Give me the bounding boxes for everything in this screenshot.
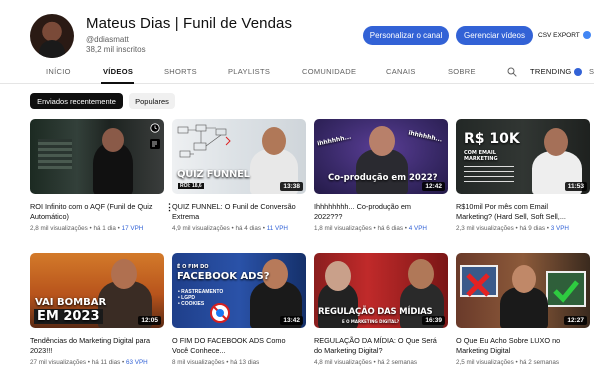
upload-age: há 13 dias xyxy=(230,359,260,366)
filter-recent[interactable]: Enviados recentemente xyxy=(30,93,123,109)
thumbnail-overlay-subtext: COM EMAIL MARKETING xyxy=(464,150,498,162)
view-count: 2,3 mil visualizações xyxy=(456,225,514,232)
upload-age: há 11 dias xyxy=(91,359,121,366)
cross-mark-icon xyxy=(466,273,490,297)
check-mark-icon xyxy=(553,280,579,303)
csv-export-button[interactable]: CSV EXPORT xyxy=(538,31,591,39)
view-count: 4,9 mil visualizações xyxy=(172,225,230,232)
video-title[interactable]: Tendências do Marketing Digital para 202… xyxy=(30,336,154,355)
upload-age: há 9 dias xyxy=(519,225,546,232)
view-count: 27 mil visualizações xyxy=(30,359,86,366)
thumbnail-overlay-subtext: É O FIM DO xyxy=(177,264,209,270)
video-duration: 11:53 xyxy=(564,182,587,191)
tab-overflow[interactable]: S xyxy=(589,67,594,76)
video-duration: 12:42 xyxy=(422,182,445,191)
thumbnail-overlay-subtext: EM 2023 xyxy=(34,309,103,324)
thumbnail-overlay-subtext: ROI: 18,6 xyxy=(178,183,204,189)
video-thumbnail[interactable]: REGULAÇÃO DAS MÍDIAS E O MARKETING DIGIT… xyxy=(314,253,448,328)
video-meta: 2,8 mil visualizações • há 1 dia • 17 VP… xyxy=(30,225,144,232)
tab-channels[interactable]: CANAIS xyxy=(386,67,416,76)
channel-title: Mateus Dias | Funil de Vendas xyxy=(86,15,293,32)
manage-videos-button[interactable]: Gerenciar vídeos xyxy=(456,26,533,45)
tab-trending[interactable]: TRENDING xyxy=(530,67,582,77)
video-title[interactable]: QUIZ FUNNEL: O Funil de Conversão Extrem… xyxy=(172,202,296,221)
add-to-queue-icon[interactable] xyxy=(150,139,160,149)
video-thumbnail[interactable]: VAI BOMBAR EM 2023 12:05 xyxy=(30,253,164,328)
video-title[interactable]: REGULAÇÃO DA MÍDIA: O Que Será do Market… xyxy=(314,336,438,355)
video-title[interactable]: O FIM DO FACEBOOK ADS Como Você Conhece.… xyxy=(172,336,296,355)
tab-shorts[interactable]: SHORTS xyxy=(164,67,197,76)
view-count: 8 mil visualizações xyxy=(172,359,225,366)
thumbnail-overlay-text: VAI BOMBAR xyxy=(35,297,107,308)
tab-about[interactable]: SOBRE xyxy=(448,67,476,76)
video-meta: 4,9 mil visualizações • há 4 dias • 11 V… xyxy=(172,225,288,232)
video-title[interactable]: R$10mil Por mês com Email Marketing? (Ha… xyxy=(456,202,580,221)
view-count: 4,8 mil visualizações xyxy=(314,359,372,366)
thumbnail-overlay-text: QUIZ FUNNEL xyxy=(177,169,250,180)
thumbnail-overlay-text: REGULAÇÃO DAS MÍDIAS xyxy=(318,307,433,317)
vph-badge: 3 VPH xyxy=(550,225,569,232)
channel-handle: @ddiasmatt xyxy=(86,35,129,44)
video-duration: 13:42 xyxy=(280,316,303,325)
video-title[interactable]: ROI Infinito com o AQF (Funil de Quiz Au… xyxy=(30,202,154,221)
upload-age: há 2 semanas xyxy=(519,359,560,366)
vph-badge: 4 VPH xyxy=(408,225,427,232)
active-tab-indicator xyxy=(101,82,134,84)
vph-badge: 11 VPH xyxy=(266,225,288,232)
view-count: 2,8 mil visualizações xyxy=(30,225,88,232)
video-thumbnail[interactable]: R$ 10K COM EMAIL MARKETING 11:53 xyxy=(456,119,590,194)
csv-export-label: CSV EXPORT xyxy=(538,31,580,39)
watch-later-icon[interactable] xyxy=(150,123,160,133)
filter-popular[interactable]: Populares xyxy=(129,93,175,109)
subscriber-count: 38,2 mil inscritos xyxy=(86,45,146,54)
video-duration: 13:38 xyxy=(280,182,303,191)
tab-videos[interactable]: VÍDEOS xyxy=(103,67,133,76)
video-duration: 12:27 xyxy=(564,316,587,325)
no-entry-icon xyxy=(210,303,230,323)
video-thumbnail[interactable]: É O FIM DO FACEBOOK ADS? • RASTREAMENTO •… xyxy=(172,253,306,328)
csv-export-icon xyxy=(582,31,591,39)
thumbnail-overlay-subtext: ihhhhhh... xyxy=(316,133,352,148)
thumbnail-overlay-text: Co-produção em 2022? xyxy=(328,173,438,183)
video-duration: 16:39 xyxy=(422,316,445,325)
vph-badge: 17 VPH xyxy=(121,225,144,232)
video-meta: 2,3 mil visualizações • há 9 dias • 3 VP… xyxy=(456,225,569,232)
search-icon[interactable] xyxy=(507,67,517,77)
view-count: 2,5 mil visualizações xyxy=(456,359,514,366)
video-meta: 27 mil visualizações • há 11 dias • 63 V… xyxy=(30,359,148,366)
upload-age: há 2 semanas xyxy=(377,359,418,366)
video-meta: 2,5 mil visualizações • há 2 semanas xyxy=(456,359,560,366)
channel-tabs: INÍCIO VÍDEOS SHORTS PLAYLISTS COMUNIDAD… xyxy=(0,62,594,84)
channel-header: Mateus Dias | Funil de Vendas @ddiasmatt… xyxy=(0,0,594,62)
upload-age: há 4 dias xyxy=(235,225,262,232)
view-count: 1,8 mil visualizações xyxy=(314,225,372,232)
tab-community[interactable]: COMUNIDADE xyxy=(302,67,356,76)
tab-home[interactable]: INÍCIO xyxy=(46,67,71,76)
tab-trending-label: TRENDING xyxy=(530,67,572,76)
customize-channel-button[interactable]: Personalizar o canal xyxy=(363,26,449,45)
upload-age: há 6 dias xyxy=(377,225,404,232)
video-meta: 4,8 mil visualizações • há 2 semanas xyxy=(314,359,418,366)
video-thumbnail[interactable] xyxy=(30,119,164,194)
video-title[interactable]: Ihhhhhhhh... Co-produção em 2022??? xyxy=(314,202,438,221)
video-meta: 1,8 mil visualizações • há 6 dias • 4 VP… xyxy=(314,225,427,232)
video-thumbnail[interactable]: 12:27 xyxy=(456,253,590,328)
thumbnail-overlay-text: R$ 10K xyxy=(464,131,520,147)
video-duration: 12:05 xyxy=(138,316,161,325)
trending-badge-icon xyxy=(573,68,582,77)
video-meta: 8 mil visualizações • há 13 dias xyxy=(172,359,260,366)
video-thumbnail[interactable]: ihhhhhh... ihhhhhh... Co-produção em 202… xyxy=(314,119,448,194)
tab-playlists[interactable]: PLAYLISTS xyxy=(228,67,270,76)
video-thumbnail[interactable]: QUIZ FUNNEL ROI: 18,6 13:38 xyxy=(172,119,306,194)
channel-avatar[interactable] xyxy=(30,14,74,58)
thumbnail-overlay-subtext-2: ihhhhhh... xyxy=(407,129,443,144)
video-title[interactable]: O Que Eu Acho Sobre LUXO no Marketing Di… xyxy=(456,336,580,355)
upload-age: há 1 dia xyxy=(93,225,116,232)
vph-badge: 63 VPH xyxy=(126,359,148,366)
thumbnail-overlay-subtext: E O MARKETING DIGITAL? xyxy=(342,319,400,324)
funnel-diagram-icon xyxy=(177,124,231,158)
thumbnail-overlay-text: FACEBOOK ADS? xyxy=(177,271,270,282)
